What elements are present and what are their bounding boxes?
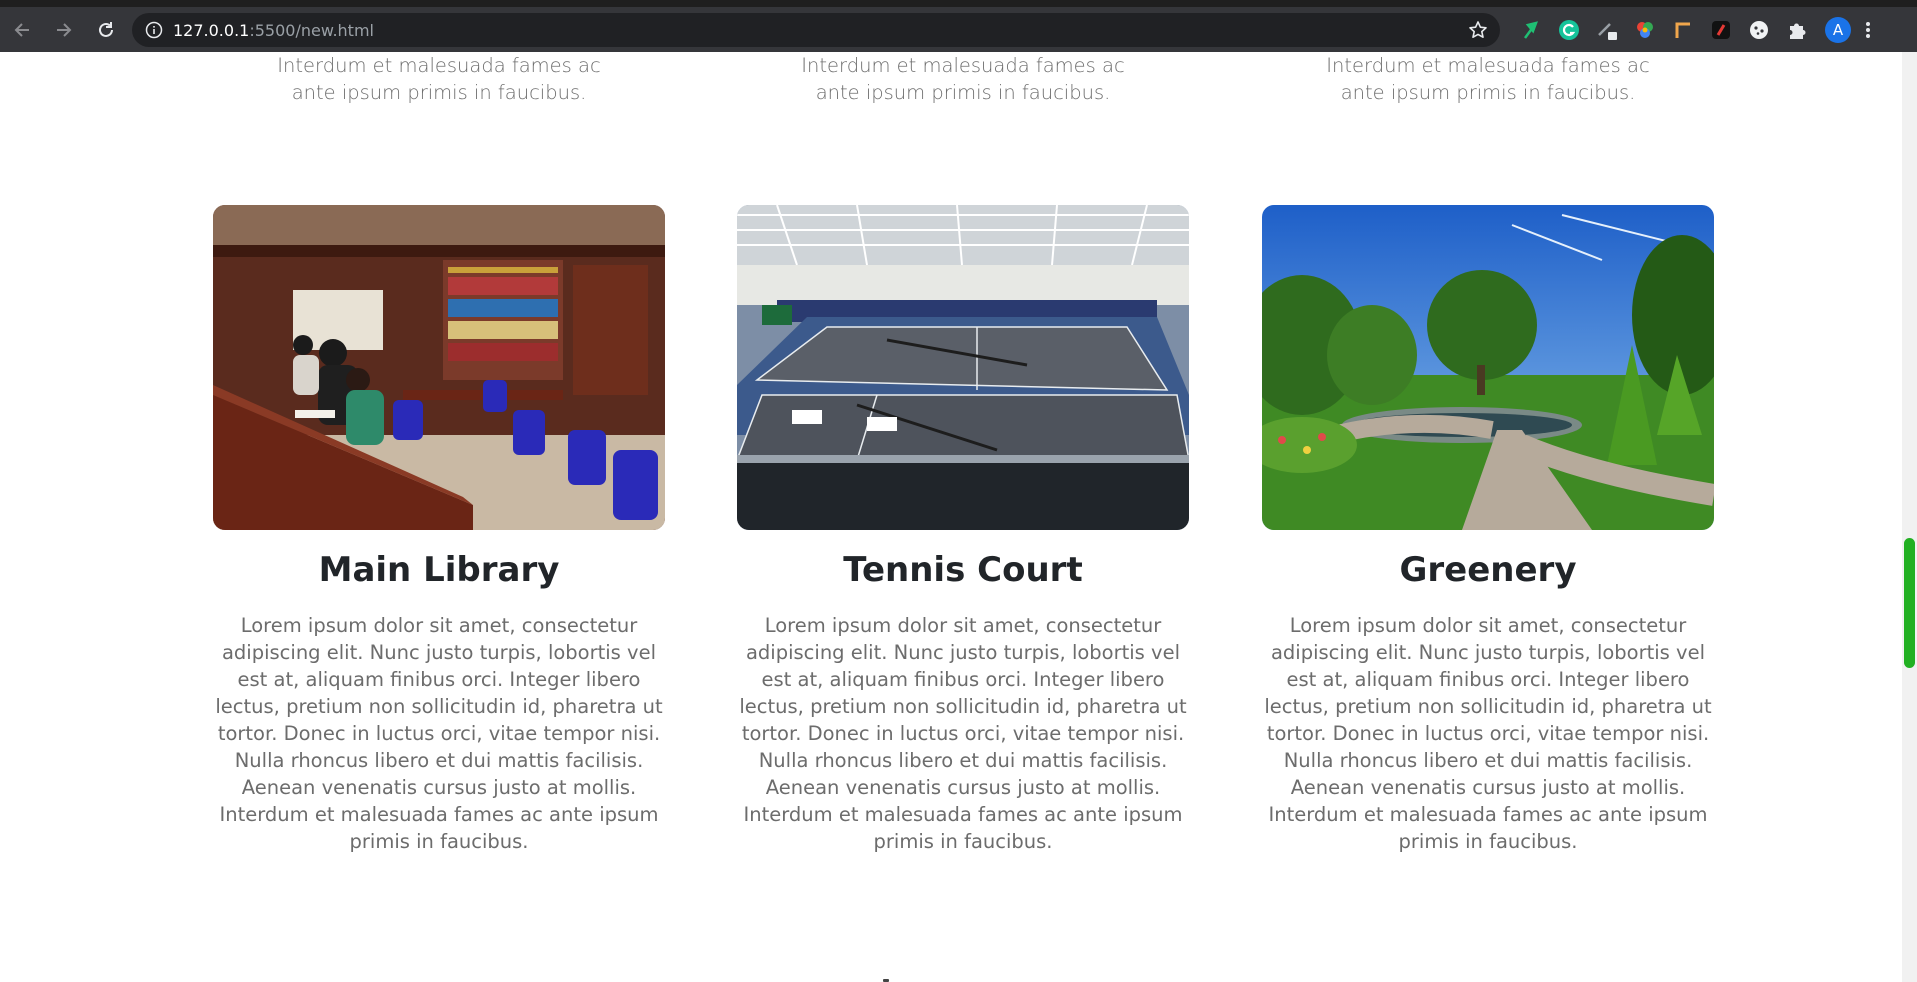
scrollbar-thumb[interactable] <box>1904 538 1915 668</box>
facility-description: Lorem ipsum dolor sit amet, consectetur … <box>1264 614 1712 853</box>
ruler-icon <box>1675 22 1690 38</box>
facility-description: Lorem ipsum dolor sit amet, consectetur … <box>739 614 1187 853</box>
pen-tool-icon <box>1598 22 1617 40</box>
puzzle-icon <box>1790 23 1806 39</box>
facility-description: Lorem ipsum dolor sit amet, consectetur … <box>215 614 663 853</box>
star-icon[interactable] <box>1468 20 1488 40</box>
extension-feather-icon <box>1523 20 1539 39</box>
forward-arrow-icon <box>57 22 72 37</box>
library-photo <box>213 205 665 530</box>
grammarly-icon <box>1559 19 1579 40</box>
facility-title: Greenery <box>1399 550 1577 590</box>
reload-icon <box>99 21 113 37</box>
browser-menu-button[interactable] <box>1858 18 1878 42</box>
url-path: :5500/new.html <box>249 20 374 40</box>
info-icon[interactable] <box>145 21 163 39</box>
address-bar[interactable]: 127.0.0.1:5500/new.html <box>132 13 1500 47</box>
facility-card-tennis: Interdum et malesuada fames ac ante ipsu… <box>737 0 1189 982</box>
browser-toolbar: 127.0.0.1:5500/new.html A <box>0 7 1917 52</box>
facility-title: Tennis Court <box>843 550 1083 590</box>
pen-tool-button[interactable] <box>1595 18 1619 42</box>
greenery-photo <box>1262 205 1714 530</box>
extensions-area: A <box>1512 7 1878 52</box>
back-button[interactable] <box>2 10 42 50</box>
profile-avatar[interactable]: A <box>1825 16 1851 43</box>
window-top-strip <box>0 0 1917 7</box>
bookmark-extension-button[interactable] <box>1709 18 1733 42</box>
extension-feather-button[interactable] <box>1519 18 1543 42</box>
ruler-button[interactable] <box>1671 18 1695 42</box>
grammarly-button[interactable] <box>1557 18 1581 42</box>
forward-button[interactable] <box>44 10 84 50</box>
url-host: 127.0.0.1 <box>173 20 250 40</box>
cookie-button[interactable] <box>1747 18 1771 42</box>
previous-card-text-2: Interdum et malesuada fames ac ante ipsu… <box>801 54 1125 104</box>
color-picker-button[interactable] <box>1633 18 1657 42</box>
facility-card-library: Main Library Lorem ipsum dolor sit amet,… <box>213 0 665 982</box>
back-arrow-icon <box>14 22 29 37</box>
bookmark-extension-icon <box>1712 20 1730 39</box>
kebab-menu-icon <box>1866 21 1870 38</box>
page-scrollbar[interactable] <box>1902 52 1917 982</box>
tennis-court-photo <box>737 205 1189 530</box>
extensions-button[interactable] <box>1785 18 1809 42</box>
cookie-icon <box>1750 20 1768 39</box>
reload-button[interactable] <box>86 10 126 50</box>
facility-card-greenery: Interdum et malesuada fames ac ante ipsu… <box>1262 0 1714 982</box>
previous-card-text-3: Interdum et malesuada fames ac ante ipsu… <box>1326 54 1650 104</box>
color-picker-icon <box>1637 21 1653 38</box>
facility-title: Main Library <box>318 550 560 590</box>
